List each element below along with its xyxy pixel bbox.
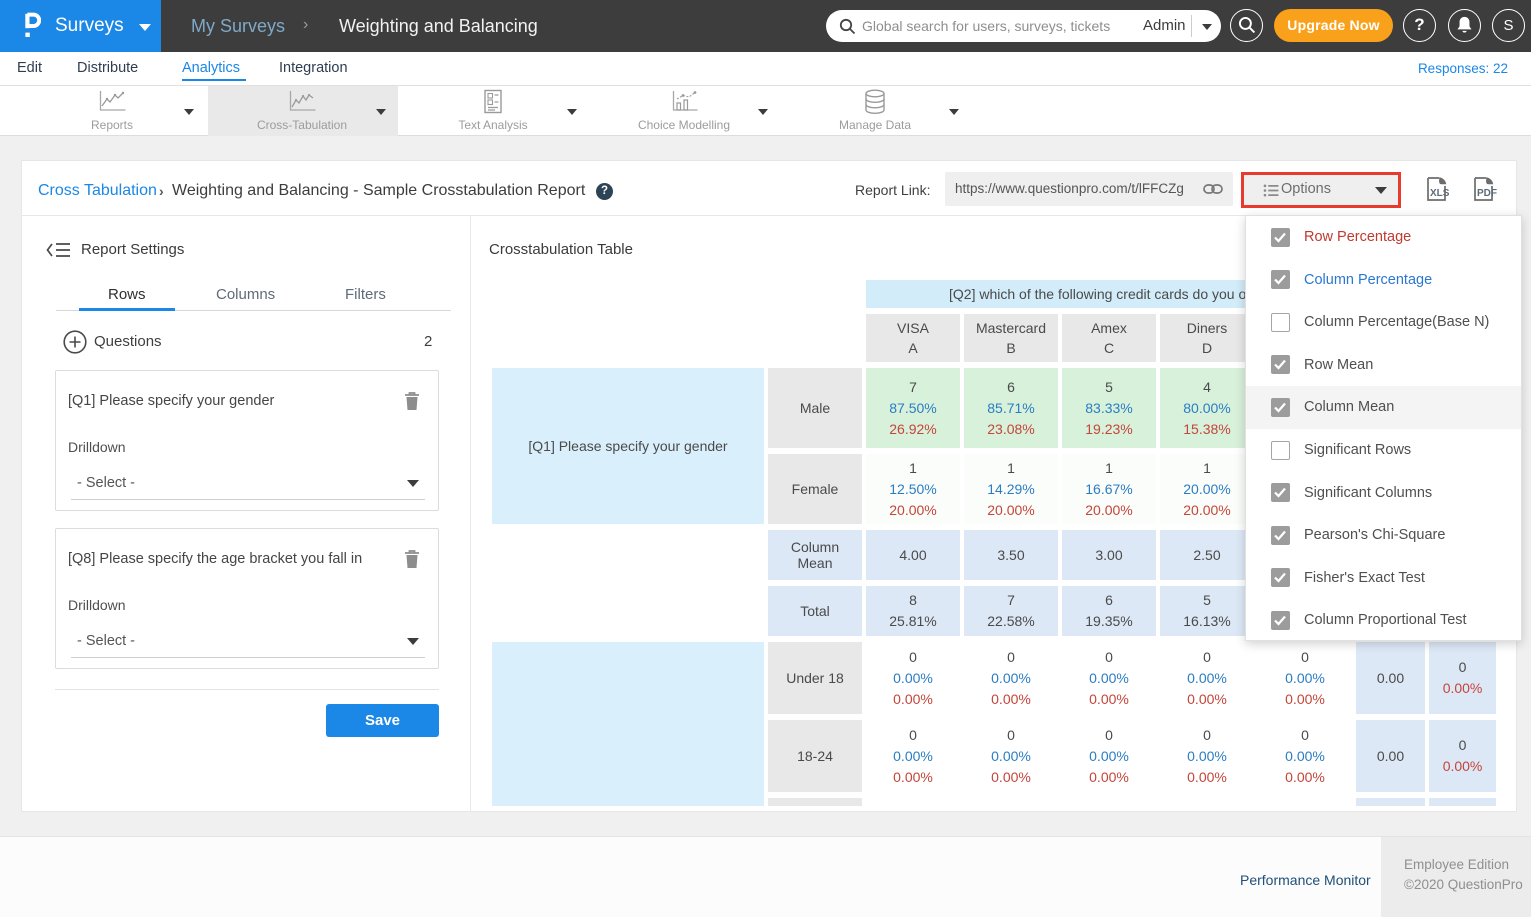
svg-text:XLS: XLS bbox=[1430, 188, 1450, 199]
svg-text:PDF: PDF bbox=[1477, 188, 1497, 199]
